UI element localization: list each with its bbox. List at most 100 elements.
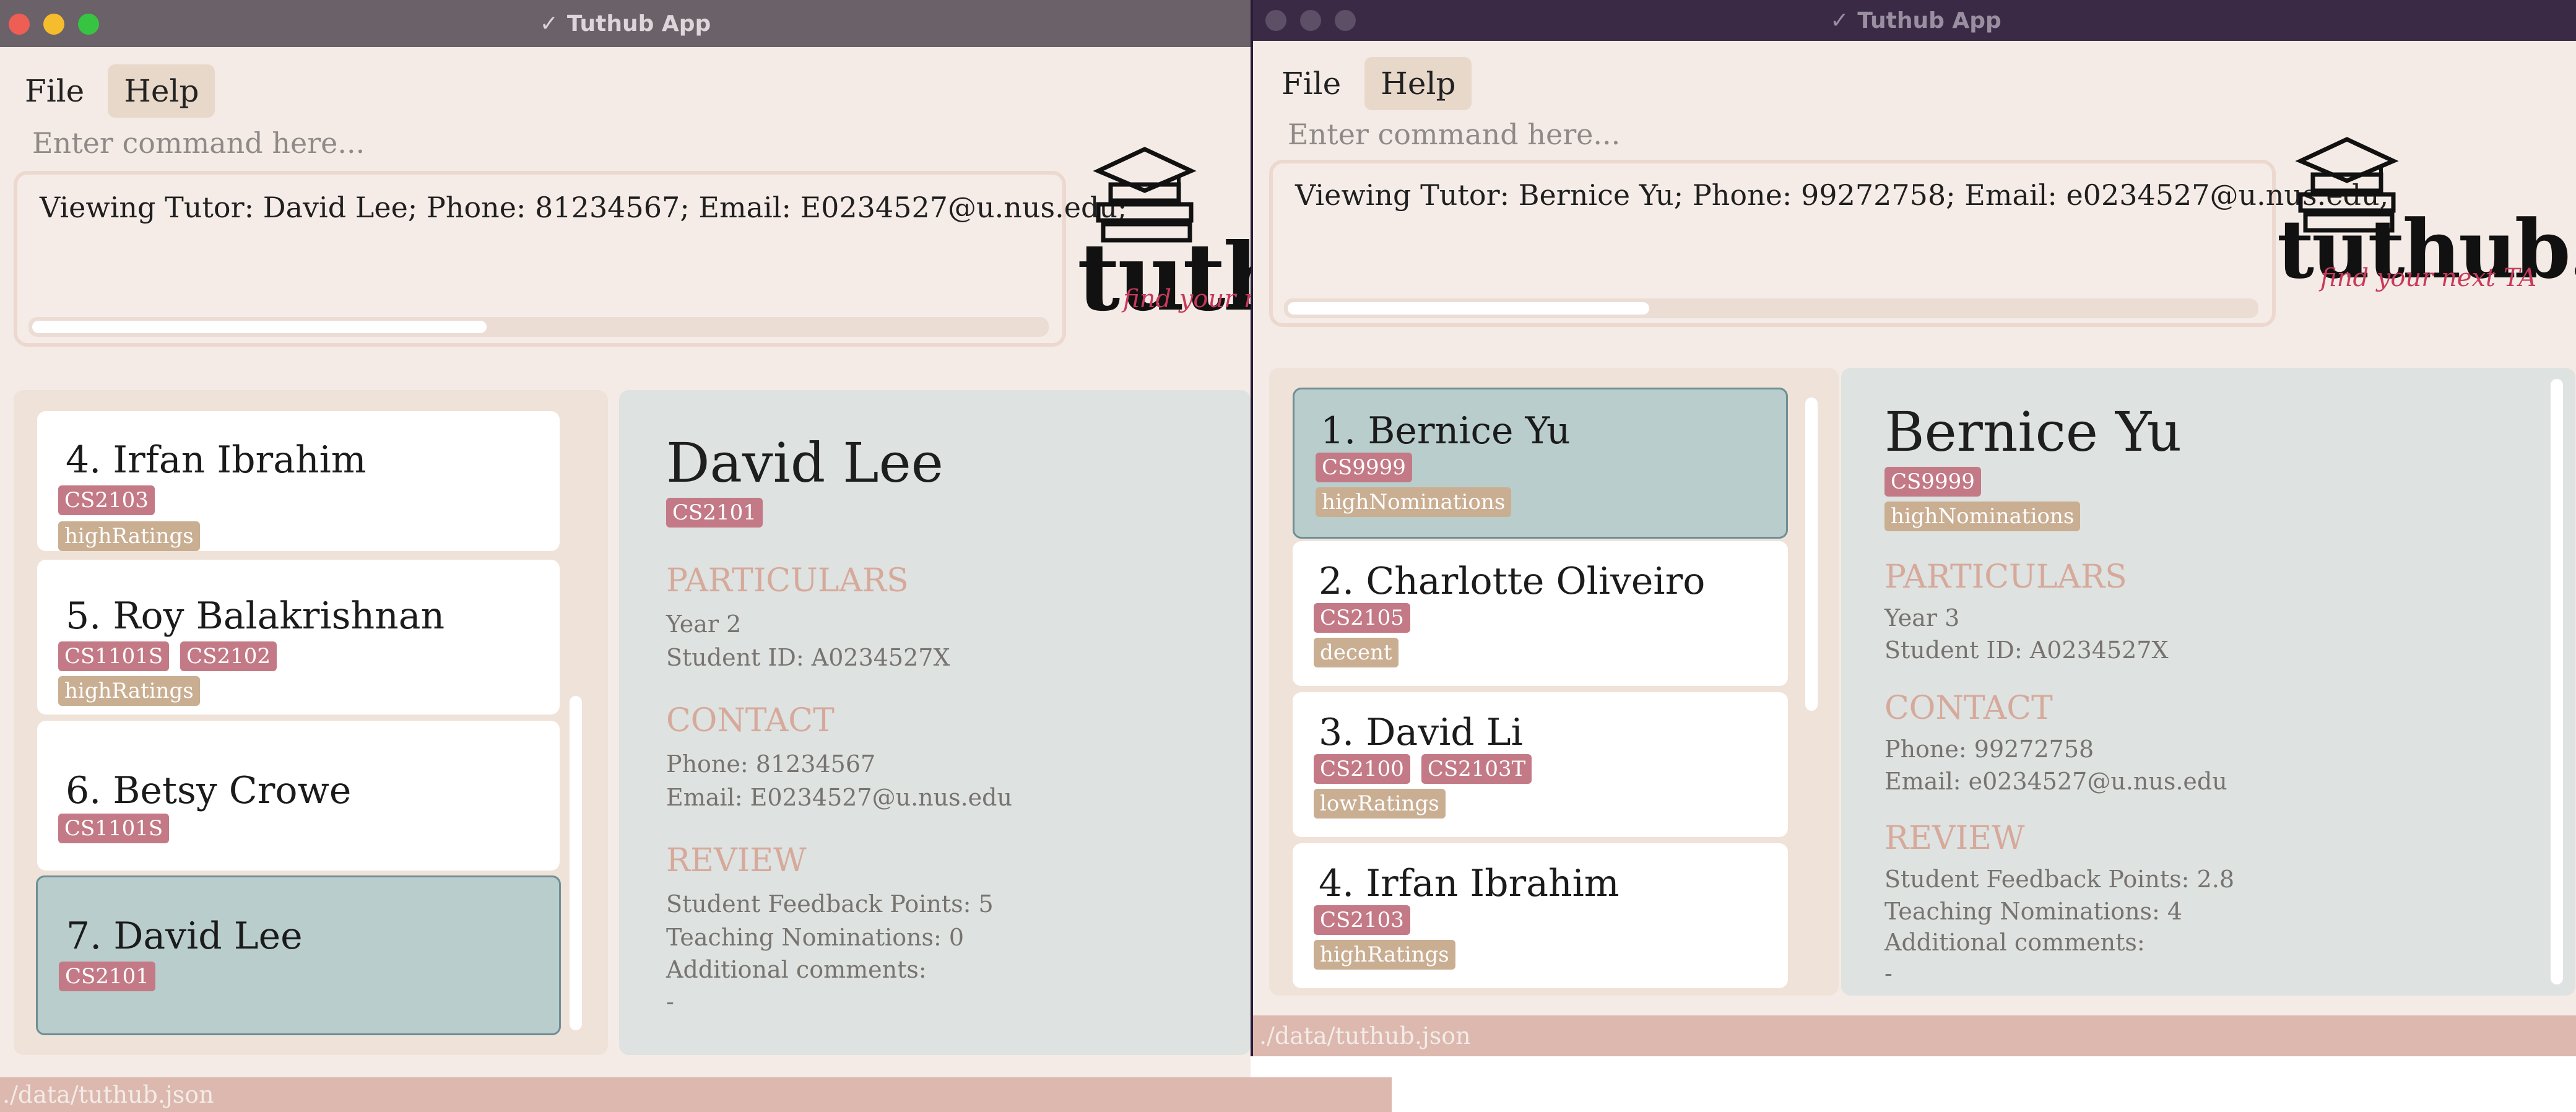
tutor-card-name: 4. Irfan Ibrahim: [66, 438, 366, 482]
menu-help[interactable]: Help: [1364, 57, 1472, 110]
tuthub-logo: tuthub. find your next TA: [1077, 146, 1392, 344]
detail-email: Email: E0234527@u.nus.edu: [666, 784, 1012, 811]
result-scroll-thumb[interactable]: [32, 321, 487, 333]
detail-rating-tags: highNominations: [1884, 502, 2081, 531]
rating-tag: highRatings: [1314, 940, 1455, 970]
result-text: Viewing Tutor: David Lee; Phone: 8123456…: [40, 191, 1127, 224]
menu-file[interactable]: File: [9, 64, 100, 118]
rating-tag: highNominations: [1884, 502, 2081, 531]
tutor-detail-panel: Bernice Yu CS9999 highNominations PARTIC…: [1841, 368, 2575, 996]
review-heading: REVIEW: [1884, 820, 2025, 857]
tutor-card[interactable]: 4. Irfan Ibrahim CS2103 highRatings: [1293, 843, 1788, 988]
close-icon[interactable]: [1265, 10, 1286, 31]
minimize-icon[interactable]: [43, 14, 64, 35]
tutor-card-name: 4. Irfan Ibrahim: [1319, 862, 1620, 905]
tutor-card[interactable]: 6. Betsy Crowe CS1101S: [37, 721, 560, 871]
tuthub-logo: tuthub. find your next TA: [2277, 136, 2576, 322]
list-scrollbar[interactable]: [1805, 397, 1818, 711]
menu-help[interactable]: Help: [108, 64, 215, 118]
app-check-icon: ✓: [539, 11, 558, 37]
module-tags: CS2101: [59, 962, 155, 991]
tutor-card[interactable]: 4. Irfan Ibrahim CS2103 highRatings: [37, 411, 560, 551]
detail-feedback: Student Feedback Points: 2.8: [1884, 866, 2234, 893]
tutor-card-name: 3. David Li: [1319, 711, 1523, 754]
rating-tags: highRatings: [1314, 940, 1455, 970]
rating-tags: highRatings: [58, 676, 200, 706]
detail-phone: Phone: 81234567: [666, 750, 876, 778]
result-scrollbar[interactable]: [1284, 298, 2258, 318]
tutor-card-name: 6. Betsy Crowe: [66, 769, 352, 812]
app-check-icon: ✓: [1830, 7, 1849, 33]
particulars-heading: PARTICULARS: [1884, 558, 2127, 596]
tutor-card-selected[interactable]: 7. David Lee CS2101: [36, 875, 561, 1035]
module-tags: CS2103: [58, 485, 155, 515]
maximize-icon[interactable]: [78, 14, 99, 35]
detail-nominations: Teaching Nominations: 0: [666, 924, 965, 951]
detail-scrollbar[interactable]: [2551, 379, 2563, 984]
module-tag: CS9999: [1316, 453, 1412, 482]
module-tags: CS2100 CS2103T: [1314, 754, 1532, 784]
detail-year: Year 3: [1884, 604, 1960, 632]
module-tag: CS2103: [1314, 905, 1410, 935]
tutor-card-name: 5. Roy Balakrishnan: [66, 594, 445, 638]
tutor-list-panel: 1. Bernice Yu CS9999 highNominations 2. …: [1269, 368, 1839, 996]
right-title-bar: ✓ Tuthub App: [1253, 0, 2576, 41]
tutor-card-name: 1. Bernice Yu: [1321, 409, 1571, 453]
detail-comments: -: [666, 988, 674, 1015]
rating-tag: highRatings: [58, 521, 200, 551]
tutor-card[interactable]: 5. Roy Balakrishnan CS1101S CS2102 highR…: [37, 560, 560, 715]
tutor-detail-panel: David Lee CS2101 PARTICULARS Year 2 Stud…: [619, 390, 1251, 1055]
maximize-icon[interactable]: [1335, 10, 1356, 31]
result-scrollbar[interactable]: [28, 317, 1049, 337]
window-title: Tuthub App: [1857, 7, 2001, 33]
module-tags: CS9999: [1316, 453, 1412, 482]
rating-tag: decent: [1314, 638, 1399, 667]
right-status-bar: ./data/tuthub.json: [1253, 1015, 2576, 1056]
result-scroll-thumb[interactable]: [1288, 302, 1649, 315]
left-title-bar: ✓ Tuthub App: [0, 0, 1251, 47]
tutor-card-name: 7. David Lee: [66, 914, 303, 958]
detail-name: Bernice Yu: [1884, 400, 2182, 464]
rating-tags: highNominations: [1316, 487, 1512, 517]
detail-year: Year 2: [666, 610, 742, 638]
command-input[interactable]: Enter command here...: [1288, 118, 1620, 151]
module-tag: CS2102: [180, 641, 277, 671]
left-status-bar: ./data/tuthub.json: [0, 1077, 1392, 1112]
review-heading: REVIEW: [666, 842, 807, 879]
list-scrollbar[interactable]: [570, 696, 582, 1030]
close-icon[interactable]: [9, 14, 30, 35]
rating-tags: highRatings: [58, 521, 200, 551]
left-window-controls: [9, 14, 99, 35]
command-input[interactable]: Enter command here...: [32, 126, 365, 160]
detail-comments-label: Additional comments:: [1884, 929, 2145, 956]
left-app-window: ✓ Tuthub App File Help Enter command her…: [0, 0, 1392, 1112]
detail-phone: Phone: 99272758: [1884, 736, 2094, 763]
contact-heading: CONTACT: [666, 702, 835, 739]
module-tags: CS1101S CS2102: [58, 641, 277, 671]
right-window-controls: [1265, 10, 1356, 31]
module-tag: CS2101: [59, 962, 155, 991]
right-menu-bar: File Help: [1265, 57, 1472, 110]
module-tag: CS2100: [1314, 754, 1410, 784]
logo-tagline: find your next TA: [2320, 264, 2537, 292]
detail-feedback: Student Feedback Points: 5: [666, 890, 994, 918]
module-tags: CS2103: [1314, 905, 1410, 935]
module-tag: CS9999: [1884, 467, 1981, 497]
detail-comments: -: [1884, 960, 1893, 987]
menu-file[interactable]: File: [1265, 57, 1357, 110]
minimize-icon[interactable]: [1300, 10, 1321, 31]
module-tags: CS2105: [1314, 603, 1410, 633]
left-menu-bar: File Help: [9, 64, 215, 118]
rating-tag: highNominations: [1316, 487, 1512, 517]
detail-email: Email: e0234527@u.nus.edu: [1884, 768, 2227, 795]
rating-tags: lowRatings: [1314, 789, 1446, 819]
detail-name: David Lee: [666, 431, 943, 495]
module-tag: CS2103: [58, 485, 155, 515]
tutor-card[interactable]: 2. Charlotte Oliveiro CS2105 decent: [1293, 541, 1788, 686]
tutor-card-selected[interactable]: 1. Bernice Yu CS9999 highNominations: [1293, 388, 1788, 539]
module-tag: CS1101S: [58, 814, 170, 843]
tutor-list-panel: 4. Irfan Ibrahim CS2103 highRatings 5. R…: [14, 390, 608, 1055]
rating-tags: decent: [1314, 638, 1399, 667]
tutor-card[interactable]: 3. David Li CS2100 CS2103T lowRatings: [1293, 692, 1788, 837]
module-tag: CS2105: [1314, 603, 1410, 633]
